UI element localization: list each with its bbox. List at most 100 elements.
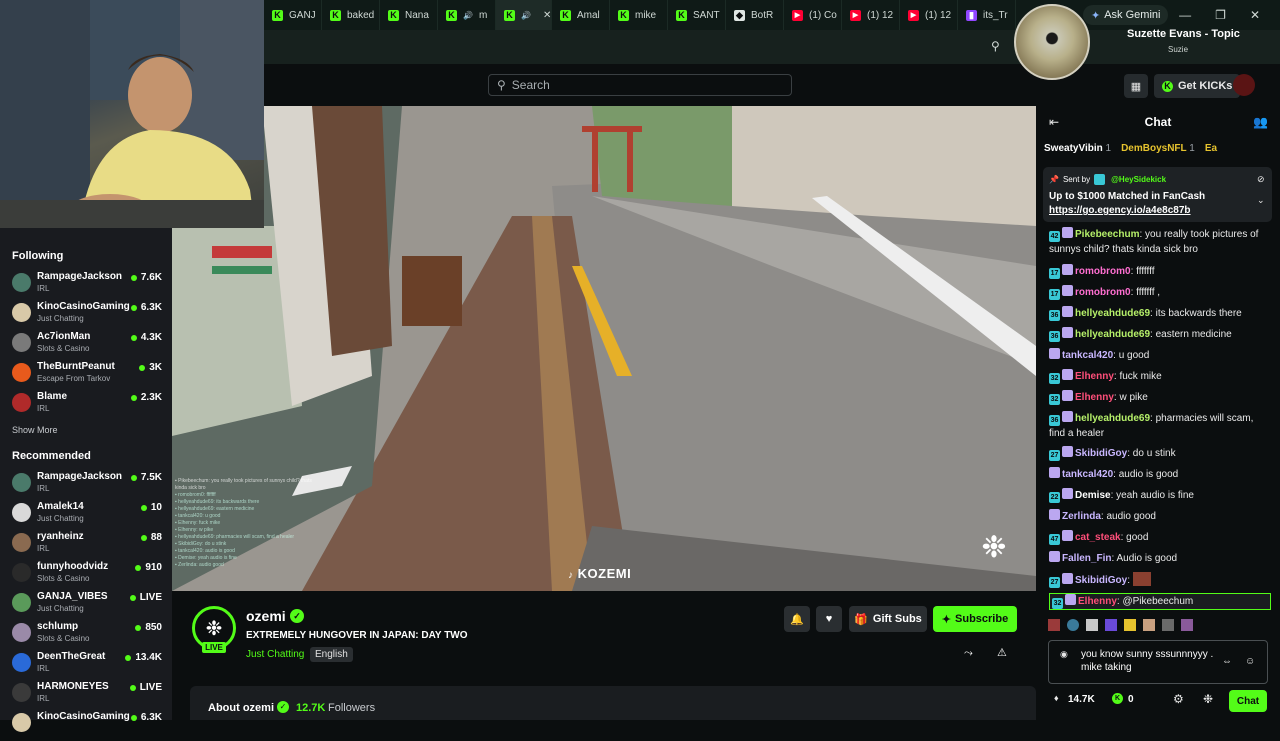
chat-message[interactable]: 27 SkibidiGoy: — [1049, 572, 1271, 588]
browser-tab[interactable]: ▶ (1) 12 — [842, 0, 900, 30]
get-kicks-button[interactable]: K Get KICKs — [1154, 74, 1241, 98]
sidebar-channel-item[interactable]: TheBurntPeanut Escape From Tarkov 3K — [12, 361, 162, 391]
sidebar-channel-item[interactable]: GANJA_VIBES Just Chatting LIVE — [12, 591, 162, 621]
sidebar-channel-item[interactable]: Ac7ionMan Slots & Casino 4.3K — [12, 331, 162, 361]
sidebar-channel-item[interactable]: Amalek14 Just Chatting 10 — [12, 501, 162, 531]
gift-subs-button[interactable]: 🎁 Gift Subs — [849, 606, 927, 632]
browser-tab[interactable]: K Nana — [380, 0, 438, 30]
emote-icon[interactable] — [1143, 619, 1155, 631]
store-icon[interactable]: ▦ — [1124, 74, 1148, 98]
chat-username[interactable]: Pikebeechum — [1075, 229, 1139, 240]
restore-icon[interactable]: ❐ — [1215, 8, 1226, 22]
sidebar-channel-item[interactable]: ryanheinz IRL 88 — [12, 531, 162, 561]
emote-icon[interactable] — [1124, 619, 1136, 631]
browser-tab[interactable]: Kmike — [610, 0, 668, 30]
report-icon[interactable]: ⚠ — [997, 646, 1007, 659]
chat-message[interactable]: 32 Elhenny: w pike — [1049, 390, 1271, 405]
chat-username[interactable]: tankcal420 — [1062, 469, 1113, 480]
chat-send-button[interactable]: Chat — [1229, 690, 1267, 712]
sidebar-channel-item[interactable]: funnyhoodvidz Slots & Casino 910 — [12, 561, 162, 591]
browser-tab[interactable]: ▶ (1) Co — [784, 0, 842, 30]
chat-username[interactable]: SkibidiGoy — [1075, 448, 1127, 459]
chat-username[interactable]: Fallen_Fin — [1062, 553, 1111, 564]
emote-icon[interactable] — [1048, 619, 1060, 631]
share-icon[interactable]: ⤳ — [964, 647, 973, 660]
album-art[interactable] — [1014, 4, 1090, 80]
chat-username[interactable]: Elhenny — [1075, 392, 1114, 403]
sidebar-channel-item[interactable]: RampageJackson IRL 7.6K — [12, 271, 162, 301]
chat-username[interactable]: tankcal420 — [1062, 350, 1113, 361]
chat-message[interactable]: tankcal420: u good — [1049, 348, 1271, 363]
chat-username[interactable]: Zerlinda — [1062, 511, 1101, 522]
speaker-icon[interactable]: 🔊 — [521, 11, 531, 20]
sidebar-channel-item[interactable]: DeenTheGreat IRL 13.4K — [12, 651, 162, 681]
chat-username[interactable]: hellyeahdude69 — [1075, 329, 1150, 340]
chat-message[interactable]: 27 SkibidiGoy: do u stink — [1049, 446, 1271, 461]
pinned-message[interactable]: 📌 Sent by @HeySidekick ⊘ Up to $1000 Mat… — [1043, 167, 1272, 222]
chat-message[interactable]: 22 Demise: yeah audio is fine — [1049, 488, 1271, 503]
browser-tab[interactable]: Kbaked — [322, 0, 380, 30]
chat-message[interactable]: 17 romobrom0: fffffff — [1049, 264, 1271, 279]
browser-tab[interactable]: K SANT — [668, 0, 726, 30]
users-icon[interactable]: 👥 — [1253, 115, 1268, 129]
chat-username[interactable]: Elhenny — [1078, 596, 1117, 607]
sidebar-channel-item[interactable]: KinoCasinoGaming 6.3K — [12, 711, 162, 741]
pinned-link[interactable]: https://go.egency.io/a4e8c87b — [1049, 205, 1191, 216]
browser-tab[interactable]: ▶ (1) 12 — [900, 0, 958, 30]
sidebar-channel-item[interactable]: HARMONEYES IRL LIVE — [12, 681, 162, 711]
browser-tab[interactable]: K Amal — [552, 0, 610, 30]
top-gifter[interactable]: DemBoysNFL 1 — [1121, 143, 1195, 159]
language-tag[interactable]: English — [310, 647, 353, 662]
chat-username[interactable]: Demise — [1075, 490, 1111, 501]
chat-message[interactable]: 32 Elhenny: fuck mike — [1049, 369, 1271, 384]
notification-bell-button[interactable]: 🔔 — [784, 606, 810, 632]
chat-username[interactable]: romobrom0 — [1075, 287, 1131, 298]
browser-tab[interactable]: K 🔊 ✕ — [496, 0, 552, 30]
channel-name[interactable]: ozemi — [246, 608, 286, 624]
stream-category[interactable]: Just Chatting — [246, 649, 304, 660]
sidebar-channel-item[interactable]: Blame IRL 2.3K — [12, 391, 162, 421]
sidebar-channel-item[interactable]: KinoCasinoGaming Just Chatting 6.3K — [12, 301, 162, 331]
close-window-icon[interactable]: ✕ — [1250, 8, 1260, 22]
browser-tab[interactable]: K 🔊 m — [438, 0, 496, 30]
chat-message[interactable]: 36 hellyeahdude69: eastern medicine — [1049, 327, 1271, 342]
show-more-link[interactable]: Show More — [12, 425, 58, 435]
browser-tab[interactable]: ▮ its_Tr — [958, 0, 1016, 30]
chat-username[interactable]: hellyeahdude69 — [1075, 308, 1150, 319]
emote-icon[interactable] — [1086, 619, 1098, 631]
search-icon[interactable]: ⚲ — [991, 39, 1000, 53]
unpin-icon[interactable]: ⊘ — [1257, 174, 1265, 185]
chat-message[interactable]: Zerlinda: audio good — [1049, 509, 1271, 524]
search-input[interactable]: ⚲ Search — [488, 74, 792, 96]
emote-picker-icon[interactable]: ❉ — [1203, 692, 1213, 706]
chat-username[interactable]: Elhenny — [1075, 371, 1114, 382]
top-gifter[interactable]: SweatyVibin 1 — [1044, 143, 1111, 159]
chat-username[interactable]: SkibidiGoy — [1075, 575, 1127, 586]
chat-message[interactable]: 36 hellyeahdude69: pharmacies will scam, … — [1049, 411, 1271, 441]
ask-gemini-button[interactable]: ✦ Ask Gemini — [1083, 5, 1169, 25]
chat-message[interactable]: tankcal420: audio is good — [1049, 467, 1271, 482]
sidebar-channel-item[interactable]: schlump Slots & Casino 850 — [12, 621, 162, 651]
browser-tab[interactable]: ◆ BotR — [726, 0, 784, 30]
speaker-icon[interactable]: 🔊 — [463, 11, 473, 20]
chat-message[interactable]: 47 cat_steak: good — [1049, 530, 1271, 545]
user-avatar[interactable] — [1233, 74, 1255, 96]
emote-icon[interactable] — [1067, 619, 1079, 631]
chat-username[interactable]: romobrom0 — [1075, 266, 1131, 277]
top-gifter[interactable]: Ea — [1205, 143, 1217, 159]
emote-icon[interactable] — [1105, 619, 1117, 631]
sidebar-channel-item[interactable]: RampageJackson IRL 7.5K — [12, 471, 162, 501]
chevron-down-icon[interactable]: ⌄ — [1257, 195, 1265, 206]
translate-icon[interactable]: ⇔ — [1222, 656, 1232, 667]
chat-message[interactable]: 42 Pikebeechum: you really took pictures … — [1049, 227, 1271, 257]
chat-username[interactable]: cat_steak — [1075, 532, 1121, 543]
follow-button[interactable]: ♥ — [816, 606, 842, 632]
emote-icon[interactable] — [1162, 619, 1174, 631]
chat-message[interactable]: 17 romobrom0: fffffff , — [1049, 285, 1271, 300]
minimize-icon[interactable]: — — [1179, 8, 1191, 22]
close-tab-icon[interactable]: ✕ — [543, 10, 551, 21]
browser-tab[interactable]: K GANJ — [264, 0, 322, 30]
settings-gear-icon[interactable]: ⚙ — [1173, 692, 1184, 706]
emoji-icon[interactable]: ☺ — [1245, 656, 1255, 667]
chat-message[interactable]: Fallen_Fin: Audio is good — [1049, 551, 1271, 566]
